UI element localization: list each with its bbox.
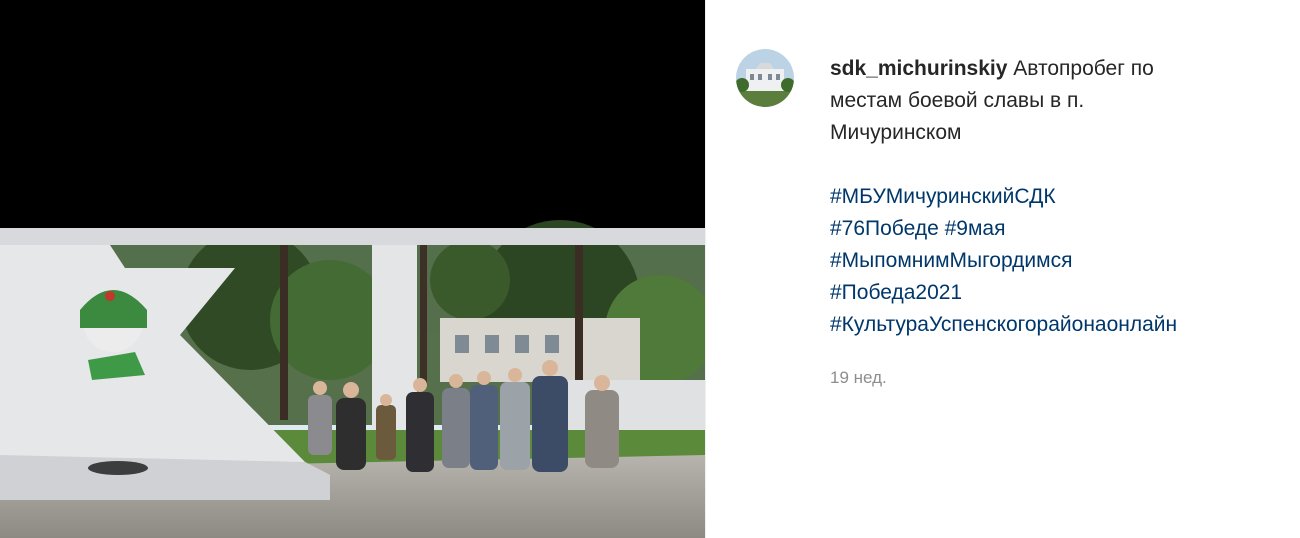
hashtag-link[interactable]: #9мая [945, 217, 1006, 240]
avatar-building-icon [736, 49, 794, 107]
post-sidebar: sdk_michurinskiy Автопробег по местам бо… [705, 0, 1300, 538]
caption-text-2: местам боевой славы в п. [830, 89, 1085, 112]
hashtag-link[interactable]: #МБУМичуринскийСДК [830, 181, 1280, 213]
hashtag-link[interactable]: #76Победе [830, 217, 939, 240]
post-caption: sdk_michurinskiy Автопробег по местам бо… [830, 53, 1280, 341]
caption-text-3: Мичуринском [830, 121, 962, 144]
post-timestamp[interactable]: 19 нед. [830, 368, 887, 388]
post-media[interactable] [0, 0, 705, 538]
profile-avatar[interactable] [736, 49, 794, 107]
username-link[interactable]: sdk_michurinskiy [830, 57, 1007, 80]
hashtag-link[interactable]: #Победа2021 [830, 277, 1280, 309]
memorial-photo [0, 220, 705, 538]
caption-text-1: Автопробег по [1013, 57, 1154, 80]
caption-first-line: sdk_michurinskiy Автопробег по [830, 53, 1280, 85]
instagram-post-view: sdk_michurinskiy Автопробег по местам бо… [0, 0, 1300, 538]
hashtag-link[interactable]: #КультураУспенскогорайонаонлайн [830, 309, 1280, 341]
hashtag-link[interactable]: #МыпомнимМыгордимся [830, 245, 1280, 277]
hashtag-row: #76Победе #9мая [830, 213, 1280, 245]
